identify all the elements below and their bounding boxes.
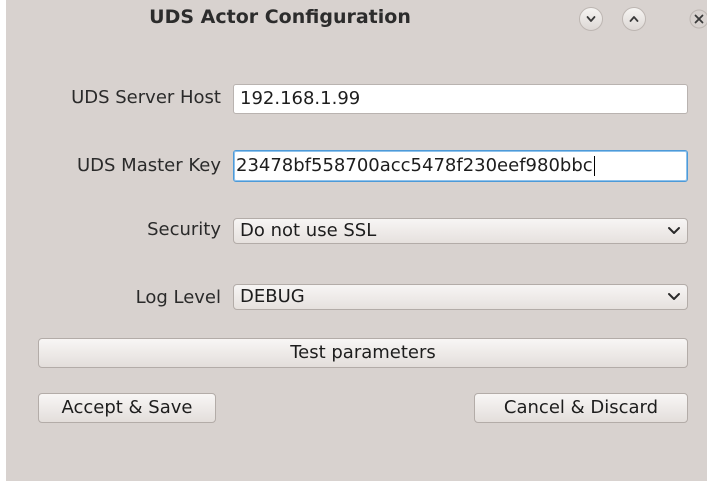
master-key-input[interactable]: 23478bf558700acc5478f230eef980bbc xyxy=(233,150,688,182)
minimize-button[interactable] xyxy=(579,7,603,31)
chevron-down-icon xyxy=(668,227,680,234)
security-select[interactable]: Do not use SSL xyxy=(233,218,688,244)
security-label: Security xyxy=(147,219,221,240)
log-level-label: Log Level xyxy=(135,287,221,308)
config-window: UDS Actor Configuration UDS Server Host … xyxy=(6,0,707,481)
host-input[interactable]: 192.168.1.99 xyxy=(233,84,688,114)
chevron-down-icon xyxy=(586,16,596,22)
text-cursor xyxy=(593,156,595,176)
close-button[interactable] xyxy=(687,9,707,29)
security-selected-value: Do not use SSL xyxy=(240,220,377,241)
master-key-value: 23478bf558700acc5478f230eef980bbc xyxy=(236,155,593,176)
log-level-selected-value: DEBUG xyxy=(240,286,305,307)
chevron-up-icon xyxy=(629,16,639,22)
cancel-discard-button[interactable]: Cancel & Discard xyxy=(474,393,688,423)
close-icon xyxy=(689,9,707,29)
test-parameters-button[interactable]: Test parameters xyxy=(38,338,688,368)
host-label: UDS Server Host xyxy=(71,87,221,108)
window-title: UDS Actor Configuration xyxy=(149,6,411,28)
log-level-select[interactable]: DEBUG xyxy=(233,284,688,310)
title-bar[interactable]: UDS Actor Configuration xyxy=(6,0,707,44)
accept-save-button[interactable]: Accept & Save xyxy=(38,393,216,423)
maximize-button[interactable] xyxy=(622,7,646,31)
chevron-down-icon xyxy=(668,293,680,300)
master-key-label: UDS Master Key xyxy=(76,155,221,176)
